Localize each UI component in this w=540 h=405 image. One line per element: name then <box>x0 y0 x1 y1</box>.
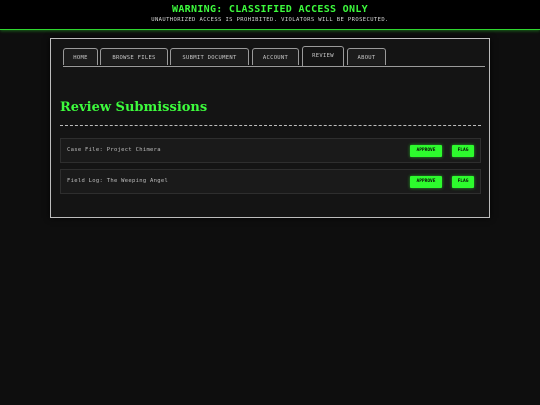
banner-title: WARNING: CLASSIFIED ACCESS ONLY <box>172 4 368 15</box>
main-panel: HOME BROWSE FILES SUBMIT DOCUMENT ACCOUN… <box>50 38 490 218</box>
flag-button[interactable]: FLAG <box>452 176 474 188</box>
tab-submit-document[interactable]: SUBMIT DOCUMENT <box>170 48 249 65</box>
approve-button[interactable]: APPROVE <box>410 145 442 157</box>
approve-button[interactable]: APPROVE <box>410 176 442 188</box>
flag-button[interactable]: FLAG <box>452 145 474 157</box>
submission-label: Field Log: The Weeping Angel <box>67 178 169 184</box>
page-title: Review Submissions <box>60 100 208 115</box>
tab-home[interactable]: HOME <box>63 48 98 65</box>
tab-browse-files[interactable]: BROWSE FILES <box>100 48 168 65</box>
tab-account[interactable]: ACCOUNT <box>252 48 299 65</box>
tab-review[interactable]: REVIEW <box>302 46 344 66</box>
submission-row: Case File: Project Chimera APPROVE FLAG <box>60 138 481 163</box>
divider <box>60 125 481 126</box>
tab-bar: HOME BROWSE FILES SUBMIT DOCUMENT ACCOUN… <box>63 46 485 67</box>
submission-row: Field Log: The Weeping Angel APPROVE FLA… <box>60 169 481 194</box>
warning-banner: WARNING: CLASSIFIED ACCESS ONLY UNAUTHOR… <box>0 0 540 30</box>
banner-subtitle: UNAUTHORIZED ACCESS IS PROHIBITED. VIOLA… <box>151 17 389 23</box>
submission-label: Case File: Project Chimera <box>67 147 161 153</box>
tab-about[interactable]: ABOUT <box>347 48 386 65</box>
